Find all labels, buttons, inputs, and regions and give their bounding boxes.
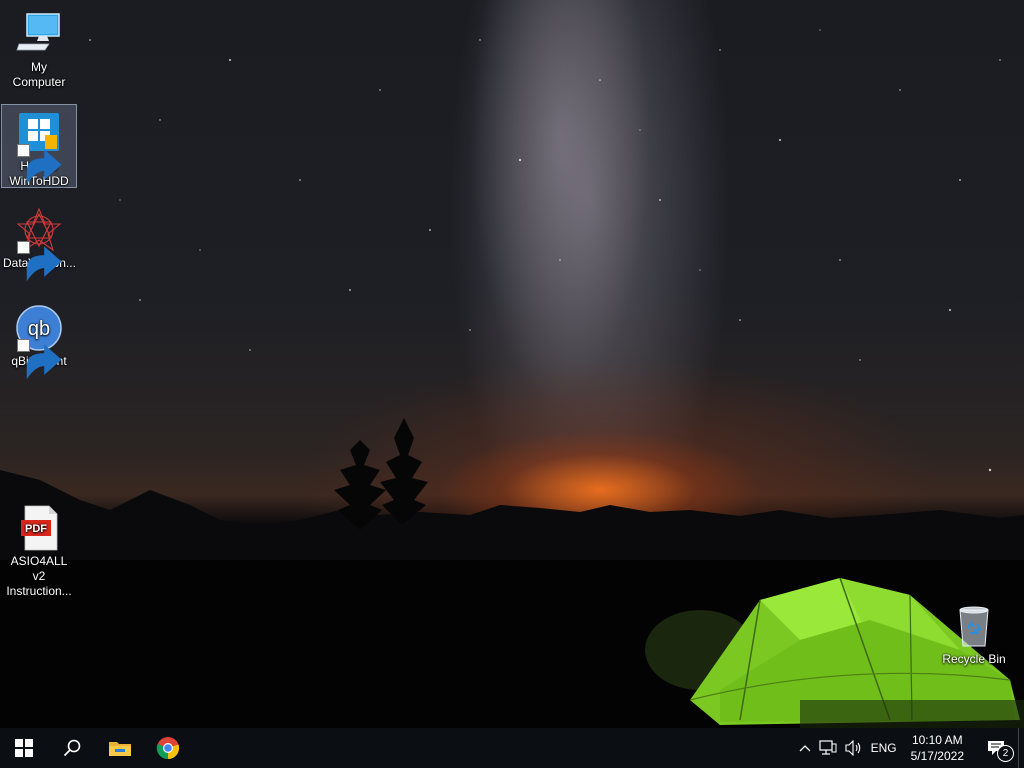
taskbar-file-explorer[interactable]: [96, 728, 144, 768]
desktop-icon-label: Recycle Bin: [942, 652, 1006, 666]
desktop-icon-asio4all-pdf[interactable]: PDF ASIO4ALL v2 Instruction...: [1, 500, 77, 598]
start-button[interactable]: [0, 728, 48, 768]
search-button[interactable]: [48, 728, 96, 768]
show-desktop-button[interactable]: [1018, 728, 1024, 768]
desktop-icon-label: ASIO4ALL v2 Instruction...: [6, 554, 72, 598]
chrome-icon: [156, 737, 180, 760]
wallpaper-scene: [0, 29, 1024, 728]
speaker-icon: [845, 740, 860, 756]
taskbar: ENG 10:10 AM 5/17/2022 2: [0, 728, 1024, 768]
shortcut-arrow-icon: [17, 144, 62, 185]
shortcut-arrow-icon: [17, 339, 62, 380]
datawagon-icon: [15, 206, 63, 282]
network-button[interactable]: [815, 728, 841, 768]
svg-text:PDF: PDF: [25, 523, 47, 535]
taskbar-chrome[interactable]: [144, 728, 192, 768]
show-hidden-icons-button[interactable]: [795, 728, 815, 768]
qbittorrent-icon: qb: [15, 304, 63, 380]
folder-icon: [109, 742, 131, 756]
recycle-bin-icon: [950, 602, 998, 650]
desktop-icon-hasleo-wintohdd[interactable]: Hasleo WinToHDD: [1, 104, 77, 188]
desktop-icon-label: My Computer: [12, 60, 66, 89]
network-icon: [818, 740, 837, 755]
clock[interactable]: 10:10 AM 5/17/2022: [901, 728, 974, 768]
desktop-icon-datawagon[interactable]: DataWagon...: [1, 202, 77, 282]
system-tray: ENG 10:10 AM 5/17/2022 2: [795, 728, 1024, 768]
windows-start-icon: [15, 739, 33, 757]
input-language-indicator[interactable]: ENG: [867, 728, 901, 768]
action-center-button[interactable]: 2: [974, 728, 1018, 768]
computer-icon: [15, 10, 63, 58]
desktop-icon-recycle-bin[interactable]: Recycle Bin: [936, 598, 1012, 670]
desktop-icon-qbittorrent[interactable]: qb qBittorrent: [1, 300, 77, 380]
chevron-up-icon: [799, 745, 811, 752]
notification-count-badge: 2: [997, 745, 1014, 762]
desktop-icon-my-computer[interactable]: My Computer: [1, 6, 77, 89]
svg-text:qb: qb: [28, 318, 50, 340]
pdf-icon: PDF: [15, 504, 63, 552]
clock-date: 5/17/2022: [910, 749, 964, 763]
volume-button[interactable]: [841, 728, 867, 768]
desktop-wallpaper: [0, 0, 1024, 728]
search-icon: [63, 739, 81, 757]
shortcut-arrow-icon: [17, 241, 62, 282]
wintohdd-icon: [15, 109, 63, 185]
clock-time: 10:10 AM: [911, 733, 963, 747]
